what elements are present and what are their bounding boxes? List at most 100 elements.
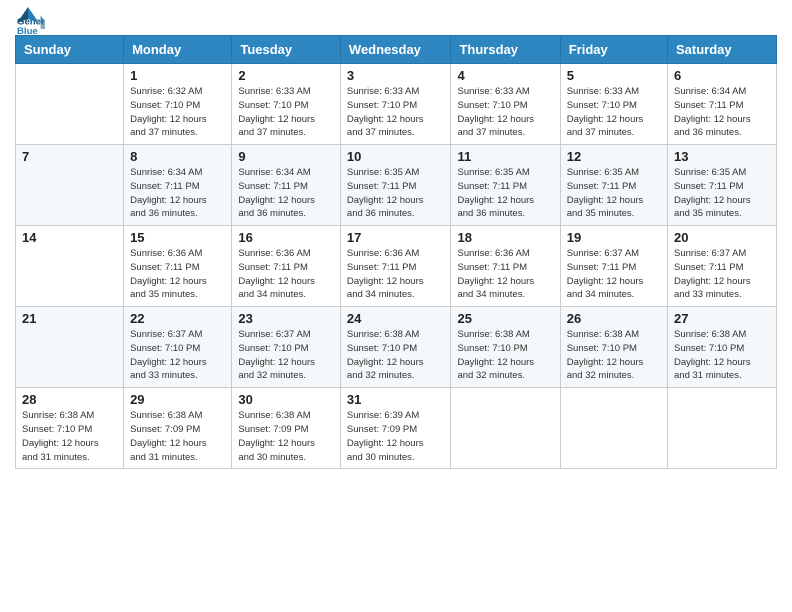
page: General Blue xyxy=(0,0,792,612)
calendar-cell: 31Sunrise: 6:39 AMSunset: 7:09 PMDayligh… xyxy=(340,388,451,469)
day-info: Sunrise: 6:38 AMSunset: 7:09 PMDaylight:… xyxy=(238,409,334,464)
calendar-cell: 2 Sunrise: 6:33 AMSunset: 7:10 PMDaylight… xyxy=(232,64,341,145)
calendar-table: SundayMondayTuesdayWednesdayThursdayFrid… xyxy=(15,35,777,469)
day-number: 7 xyxy=(22,149,117,164)
day-number: 21 xyxy=(22,311,117,326)
day-info: Sunrise: 6:37 AMSunset: 7:10 PMDaylight:… xyxy=(130,328,225,383)
calendar-cell: 7 xyxy=(16,145,124,226)
day-number: 18 xyxy=(457,230,553,245)
calendar-cell: 30 Sunrise: 6:38 AMSunset: 7:09 PMDayligh… xyxy=(232,388,341,469)
day-number: 12 xyxy=(567,149,661,164)
day-number: 20 xyxy=(674,230,770,245)
day-number: 23 xyxy=(238,311,334,326)
calendar-cell: 21 xyxy=(16,307,124,388)
day-number: 19 xyxy=(567,230,661,245)
calendar-cell: 19 Sunrise: 6:37 AMSunset: 7:11 PMDayligh… xyxy=(560,226,667,307)
logo-icon xyxy=(17,5,39,27)
day-number: 29 xyxy=(130,392,225,407)
calendar-cell: 26 Sunrise: 6:38 AMSunset: 7:10 PMDayligh… xyxy=(560,307,667,388)
day-info: Sunrise: 6:34 AMSunset: 7:11 PMDaylight:… xyxy=(130,166,225,221)
day-number: 13 xyxy=(674,149,770,164)
day-number: 1 xyxy=(130,68,225,83)
header: General Blue xyxy=(15,10,777,27)
col-header-thursday: Thursday xyxy=(451,36,560,64)
day-info: Sunrise: 6:33 AMSunset: 7:10 PMDaylight:… xyxy=(457,85,553,140)
day-info: Sunrise: 6:33 AMSunset: 7:10 PMDaylight:… xyxy=(567,85,661,140)
col-header-saturday: Saturday xyxy=(668,36,777,64)
day-info: Sunrise: 6:36 AMSunset: 7:11 PMDaylight:… xyxy=(457,247,553,302)
col-header-tuesday: Tuesday xyxy=(232,36,341,64)
day-info: Sunrise: 6:33 AMSunset: 7:10 PMDaylight:… xyxy=(347,85,445,140)
col-header-friday: Friday xyxy=(560,36,667,64)
calendar-cell: 28 Sunrise: 6:38 AMSunset: 7:10 PMDayligh… xyxy=(16,388,124,469)
day-info: Sunrise: 6:38 AMSunset: 7:10 PMDaylight:… xyxy=(457,328,553,383)
svg-text:Blue: Blue xyxy=(17,26,38,37)
calendar-cell: 16Sunrise: 6:36 AMSunset: 7:11 PMDayligh… xyxy=(232,226,341,307)
day-number: 27 xyxy=(674,311,770,326)
calendar-cell xyxy=(451,388,560,469)
col-header-wednesday: Wednesday xyxy=(340,36,451,64)
calendar-cell: 15Sunrise: 6:36 AMSunset: 7:11 PMDayligh… xyxy=(124,226,232,307)
day-number: 4 xyxy=(457,68,553,83)
calendar-cell: 11Sunrise: 6:35 AMSunset: 7:11 PMDayligh… xyxy=(451,145,560,226)
day-number: 11 xyxy=(457,149,553,164)
day-number: 9 xyxy=(238,149,334,164)
day-number: 24 xyxy=(347,311,445,326)
day-number: 28 xyxy=(22,392,117,407)
day-info: Sunrise: 6:36 AMSunset: 7:11 PMDaylight:… xyxy=(238,247,334,302)
day-info: Sunrise: 6:32 AMSunset: 7:10 PMDaylight:… xyxy=(130,85,225,140)
calendar-cell: 17Sunrise: 6:36 AMSunset: 7:11 PMDayligh… xyxy=(340,226,451,307)
calendar-cell: 29 Sunrise: 6:38 AMSunset: 7:09 PMDayligh… xyxy=(124,388,232,469)
logo-area: General Blue xyxy=(15,10,45,27)
day-number: 5 xyxy=(567,68,661,83)
day-number: 3 xyxy=(347,68,445,83)
calendar-cell xyxy=(668,388,777,469)
calendar-week-row: 28 Sunrise: 6:38 AMSunset: 7:10 PMDayligh… xyxy=(16,388,777,469)
day-info: Sunrise: 6:37 AMSunset: 7:10 PMDaylight:… xyxy=(238,328,334,383)
calendar-cell: 8Sunrise: 6:34 AMSunset: 7:11 PMDaylight… xyxy=(124,145,232,226)
day-info: Sunrise: 6:37 AMSunset: 7:11 PMDaylight:… xyxy=(567,247,661,302)
day-info: Sunrise: 6:38 AMSunset: 7:10 PMDaylight:… xyxy=(347,328,445,383)
calendar-week-row: 7 8Sunrise: 6:34 AMSunset: 7:11 PMDayligh… xyxy=(16,145,777,226)
day-info: Sunrise: 6:39 AMSunset: 7:09 PMDaylight:… xyxy=(347,409,445,464)
day-number: 26 xyxy=(567,311,661,326)
day-number: 30 xyxy=(238,392,334,407)
day-number: 14 xyxy=(22,230,117,245)
day-info: Sunrise: 6:35 AMSunset: 7:11 PMDaylight:… xyxy=(567,166,661,221)
calendar-week-row: 21 22 Sunrise: 6:37 AMSunset: 7:10 PMDayli… xyxy=(16,307,777,388)
calendar-cell: 5 Sunrise: 6:33 AMSunset: 7:10 PMDaylight… xyxy=(560,64,667,145)
calendar-cell: 25 Sunrise: 6:38 AMSunset: 7:10 PMDayligh… xyxy=(451,307,560,388)
calendar-cell: 20Sunrise: 6:37 AMSunset: 7:11 PMDayligh… xyxy=(668,226,777,307)
calendar-cell: 27 Sunrise: 6:38 AMSunset: 7:10 PMDayligh… xyxy=(668,307,777,388)
day-info: Sunrise: 6:35 AMSunset: 7:11 PMDaylight:… xyxy=(347,166,445,221)
calendar-cell: 1 Sunrise: 6:32 AMSunset: 7:10 PMDaylight… xyxy=(124,64,232,145)
day-info: Sunrise: 6:38 AMSunset: 7:09 PMDaylight:… xyxy=(130,409,225,464)
calendar-cell xyxy=(560,388,667,469)
calendar-cell: 10 Sunrise: 6:35 AMSunset: 7:11 PMDayligh… xyxy=(340,145,451,226)
calendar-cell: 4 Sunrise: 6:33 AMSunset: 7:10 PMDaylight… xyxy=(451,64,560,145)
day-info: Sunrise: 6:34 AMSunset: 7:11 PMDaylight:… xyxy=(238,166,334,221)
day-info: Sunrise: 6:33 AMSunset: 7:10 PMDaylight:… xyxy=(238,85,334,140)
calendar-cell: 23 Sunrise: 6:37 AMSunset: 7:10 PMDayligh… xyxy=(232,307,341,388)
day-number: 10 xyxy=(347,149,445,164)
day-info: Sunrise: 6:38 AMSunset: 7:10 PMDaylight:… xyxy=(674,328,770,383)
day-info: Sunrise: 6:35 AMSunset: 7:11 PMDaylight:… xyxy=(674,166,770,221)
calendar-cell xyxy=(16,64,124,145)
calendar-cell: 24 Sunrise: 6:38 AMSunset: 7:10 PMDayligh… xyxy=(340,307,451,388)
day-number: 6 xyxy=(674,68,770,83)
day-info: Sunrise: 6:38 AMSunset: 7:10 PMDaylight:… xyxy=(22,409,117,464)
day-info: Sunrise: 6:36 AMSunset: 7:11 PMDaylight:… xyxy=(130,247,225,302)
calendar-header-row: SundayMondayTuesdayWednesdayThursdayFrid… xyxy=(16,36,777,64)
calendar-cell: 9 Sunrise: 6:34 AMSunset: 7:11 PMDaylight… xyxy=(232,145,341,226)
day-number: 2 xyxy=(238,68,334,83)
calendar-cell: 12 Sunrise: 6:35 AMSunset: 7:11 PMDayligh… xyxy=(560,145,667,226)
day-number: 22 xyxy=(130,311,225,326)
day-number: 17 xyxy=(347,230,445,245)
calendar-week-row: 1 Sunrise: 6:32 AMSunset: 7:10 PMDaylight… xyxy=(16,64,777,145)
day-info: Sunrise: 6:34 AMSunset: 7:11 PMDaylight:… xyxy=(674,85,770,140)
day-info: Sunrise: 6:38 AMSunset: 7:10 PMDaylight:… xyxy=(567,328,661,383)
day-number: 25 xyxy=(457,311,553,326)
calendar-cell: 3 Sunrise: 6:33 AMSunset: 7:10 PMDaylight… xyxy=(340,64,451,145)
col-header-monday: Monday xyxy=(124,36,232,64)
calendar-cell: 6 Sunrise: 6:34 AMSunset: 7:11 PMDaylight… xyxy=(668,64,777,145)
